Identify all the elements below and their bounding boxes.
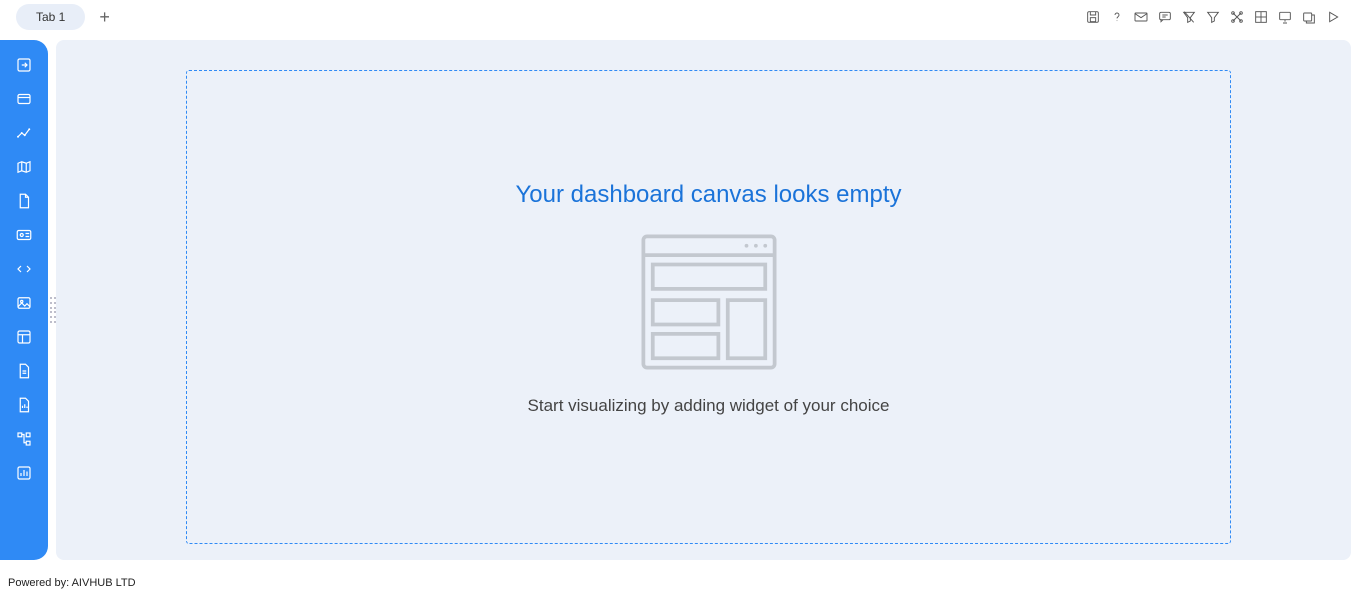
- grid-icon[interactable]: [1253, 9, 1269, 25]
- top-actions: [1085, 9, 1347, 25]
- mail-icon[interactable]: [1133, 9, 1149, 25]
- footer-powered-by: Powered by: AIVHUB LTD: [8, 577, 136, 589]
- empty-subtext: Start visualizing by adding widget of yo…: [528, 396, 890, 416]
- layout-icon[interactable]: [15, 328, 33, 346]
- empty-heading: Your dashboard canvas looks empty: [515, 181, 901, 209]
- tree-icon[interactable]: [15, 430, 33, 448]
- bar-chart-icon[interactable]: [15, 464, 33, 482]
- id-icon[interactable]: [15, 226, 33, 244]
- filter-off-icon[interactable]: [1181, 9, 1197, 25]
- dashboard-canvas[interactable]: Your dashboard canvas looks empty Start …: [186, 70, 1231, 544]
- map-icon[interactable]: [15, 158, 33, 176]
- comment-icon[interactable]: [1157, 9, 1173, 25]
- tab-1[interactable]: Tab 1: [16, 4, 85, 30]
- export-icon[interactable]: [1301, 9, 1317, 25]
- sidebar-resize-handle[interactable]: [48, 295, 56, 325]
- document-icon[interactable]: [15, 362, 33, 380]
- analytics-icon[interactable]: [15, 124, 33, 142]
- import-icon[interactable]: [15, 56, 33, 74]
- filter-icon[interactable]: [1205, 9, 1221, 25]
- tools-icon[interactable]: [1229, 9, 1245, 25]
- empty-dashboard-icon: [634, 227, 784, 382]
- main-panel: Your dashboard canvas looks empty Start …: [56, 40, 1351, 560]
- save-icon[interactable]: [1085, 9, 1101, 25]
- play-icon[interactable]: [1325, 9, 1341, 25]
- add-tab-button[interactable]: +: [93, 5, 116, 30]
- sidebar: [0, 40, 48, 560]
- card-icon[interactable]: [15, 90, 33, 108]
- topbar: Tab 1 +: [0, 0, 1355, 34]
- image-icon[interactable]: [15, 294, 33, 312]
- file-icon[interactable]: [15, 192, 33, 210]
- help-icon[interactable]: [1109, 9, 1125, 25]
- report-icon[interactable]: [15, 396, 33, 414]
- tabs-strip: Tab 1 +: [8, 4, 116, 30]
- presentation-icon[interactable]: [1277, 9, 1293, 25]
- code-icon[interactable]: [15, 260, 33, 278]
